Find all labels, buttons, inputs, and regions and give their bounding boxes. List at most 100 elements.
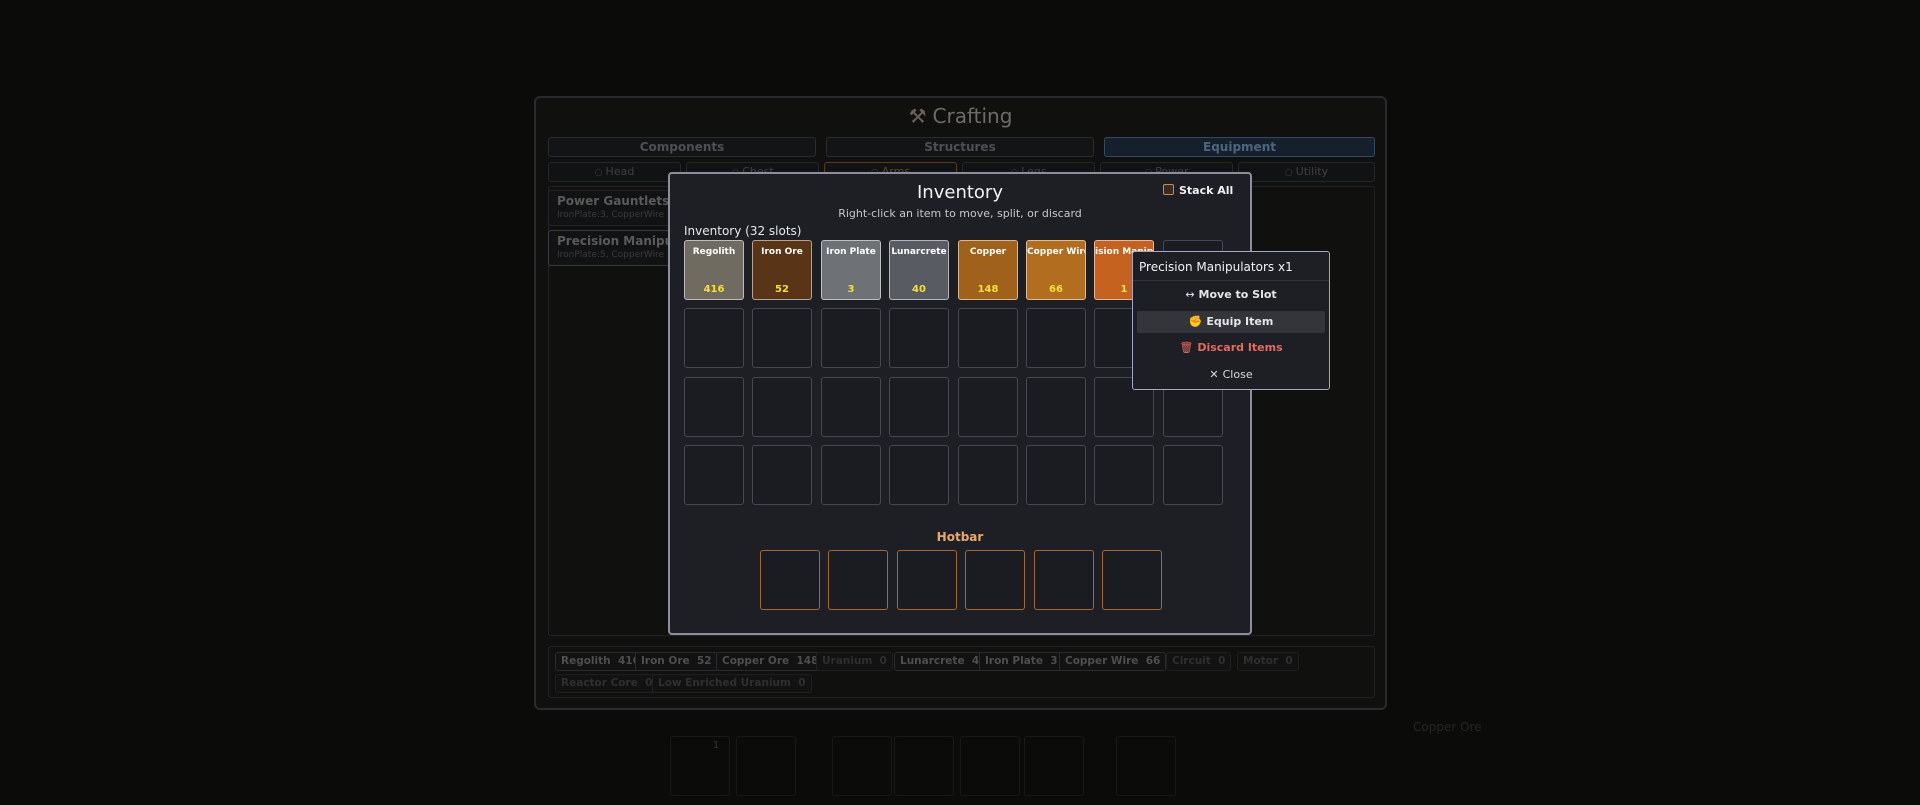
background-hint-label: Copper Ore xyxy=(1413,720,1482,734)
recipe-name: Precision Manipulators xyxy=(557,234,713,248)
hotbar-slot[interactable] xyxy=(965,550,1025,610)
circle-icon: ○ xyxy=(1284,168,1293,178)
inventory-slot-filled[interactable]: Regolith 416 xyxy=(684,240,744,300)
background-hotbar-slot xyxy=(960,736,1020,796)
inventory-slot-filled[interactable]: Iron Plate 3 xyxy=(821,240,881,300)
hotbar-slot[interactable] xyxy=(760,550,820,610)
item-name: Copper Wire xyxy=(1027,247,1085,257)
background-hotbar-slot xyxy=(832,736,892,796)
recipe-cost: IronPlate:3, CopperWire xyxy=(557,210,665,220)
item-quantity: 66 xyxy=(1049,284,1063,295)
hammer-icon: ⚒ xyxy=(908,104,927,128)
resource-chip: Uranium 0 xyxy=(816,652,893,671)
equip-item-label: Equip Item xyxy=(1206,315,1274,328)
inventory-slot-empty[interactable] xyxy=(1163,445,1223,505)
move-to-slot-button[interactable]: ↔ Move to Slot xyxy=(1137,284,1325,306)
inventory-slot-empty[interactable] xyxy=(752,377,812,437)
resource-chip: Lunarcrete 40 xyxy=(894,652,993,671)
background-hotbar-slot xyxy=(736,736,796,796)
item-name: Iron Ore xyxy=(761,247,803,257)
stack-icon xyxy=(1163,184,1174,195)
inventory-slot-empty[interactable] xyxy=(1026,308,1086,368)
inventory-slot-empty[interactable] xyxy=(1026,445,1086,505)
item-name: Regolith xyxy=(692,247,736,257)
inventory-slot-empty[interactable] xyxy=(889,308,949,368)
tab-components[interactable]: Components xyxy=(548,137,816,157)
inventory-slot-empty[interactable] xyxy=(684,377,744,437)
hotbar-slot[interactable] xyxy=(897,550,957,610)
inventory-slot-empty[interactable] xyxy=(684,308,744,368)
inventory-slot-empty[interactable] xyxy=(684,445,744,505)
discard-items-button[interactable]: 🗑 Discard Items xyxy=(1137,337,1325,359)
resource-chip: Circuit 0 xyxy=(1166,652,1232,671)
resource-chip: Iron Ore 52 xyxy=(635,652,718,671)
resource-chip: Copper Wire 66 xyxy=(1059,652,1167,671)
inventory-slots-label: Inventory (32 slots) xyxy=(684,224,802,238)
inventory-subtitle: Right-click an item to move, split, or d… xyxy=(838,207,1082,220)
item-context-menu: Precision Manipulators x1 ↔ Move to Slot … xyxy=(1132,251,1330,390)
context-menu-title: Precision Manipulators x1 xyxy=(1133,252,1329,281)
stack-all-label: Stack All xyxy=(1179,184,1234,197)
inventory-slot-empty[interactable] xyxy=(889,377,949,437)
close-button[interactable]: ✕ Close xyxy=(1137,364,1325,386)
inventory-slot-empty[interactable] xyxy=(752,445,812,505)
inventory-slot-empty[interactable] xyxy=(821,377,881,437)
inventory-slot-empty[interactable] xyxy=(752,308,812,368)
inventory-slot-empty[interactable] xyxy=(821,445,881,505)
stack-all-button[interactable]: Stack All xyxy=(1163,182,1233,200)
inventory-slot-empty[interactable] xyxy=(889,445,949,505)
hotbar-slot[interactable] xyxy=(1102,550,1162,610)
inventory-slot-empty[interactable] xyxy=(958,377,1018,437)
resource-chip: Motor 0 xyxy=(1237,652,1299,671)
resource-chip: Reactor Core 0 xyxy=(555,674,659,693)
recipe-name: Power Gauntlets xyxy=(557,194,670,208)
inventory-slot-empty[interactable] xyxy=(1026,377,1086,437)
move-arrows-icon: ↔ xyxy=(1185,288,1195,301)
item-name: Iron Plate xyxy=(826,247,876,257)
recipe-power-gauntlets[interactable]: Power Gauntlets IronPlate:3, CopperWire xyxy=(548,190,688,226)
resource-chip: Regolith 416 xyxy=(555,652,646,671)
inventory-slot-empty[interactable] xyxy=(1094,445,1154,505)
equip-item-button[interactable]: ✊ Equip Item xyxy=(1137,311,1325,333)
arm-icon: ✊ xyxy=(1188,315,1203,328)
move-to-slot-label: Move to Slot xyxy=(1198,288,1277,301)
subtab-utility[interactable]: ○ Utility xyxy=(1238,162,1375,182)
circle-icon: ○ xyxy=(594,168,603,178)
resource-chip: Copper Ore 148 xyxy=(716,652,825,671)
recipe-precision-manipulators[interactable]: Precision Manipulators IronPlate:5, Copp… xyxy=(548,230,713,266)
subtab-utility-label: Utility xyxy=(1295,165,1329,178)
item-quantity: 40 xyxy=(912,284,926,295)
inventory-slot-empty[interactable] xyxy=(958,445,1018,505)
item-quantity: 148 xyxy=(977,284,999,295)
inventory-slot-filled[interactable]: Lunarcrete 40 xyxy=(889,240,949,300)
recipe-cost: IronPlate:5, CopperWire xyxy=(557,250,665,260)
background-hotbar-slot xyxy=(1024,736,1084,796)
hotbar-slot[interactable] xyxy=(1034,550,1094,610)
inventory-slot-filled[interactable]: Copper 148 xyxy=(958,240,1018,300)
close-icon: ✕ xyxy=(1209,368,1219,381)
crafting-title: ⚒ Crafting xyxy=(536,104,1385,128)
subtab-head-label: Head xyxy=(605,165,635,178)
hotbar-slot[interactable] xyxy=(828,550,888,610)
inventory-slot-filled[interactable]: Iron Ore 52 xyxy=(752,240,812,300)
resource-summary: Regolith 416 Iron Ore 52 Copper Ore 148 … xyxy=(548,646,1375,698)
crafting-title-text: Crafting xyxy=(932,104,1013,128)
item-quantity: 3 xyxy=(847,284,855,295)
item-name: Copper xyxy=(969,247,1007,257)
inventory-slot-empty[interactable] xyxy=(958,308,1018,368)
inventory-slot-empty[interactable] xyxy=(821,308,881,368)
background-hotbar-slot xyxy=(894,736,954,796)
resource-chip: Iron Plate 3 xyxy=(979,652,1064,671)
hotbar-label: Hotbar xyxy=(936,530,984,544)
inventory-slot-filled[interactable]: Copper Wire 66 xyxy=(1026,240,1086,300)
tab-equipment[interactable]: Equipment xyxy=(1104,137,1375,157)
discard-items-label: Discard Items xyxy=(1197,341,1283,354)
tab-structures[interactable]: Structures xyxy=(826,137,1094,157)
resource-chip: Low Enriched Uranium 0 xyxy=(652,674,812,693)
item-quantity: 52 xyxy=(775,284,789,295)
close-label: Close xyxy=(1222,368,1253,381)
trash-icon: 🗑 xyxy=(1179,341,1194,354)
subtab-head[interactable]: ○ Head xyxy=(548,162,681,182)
item-name: Lunarcrete xyxy=(891,247,947,257)
item-quantity: 416 xyxy=(703,284,725,295)
